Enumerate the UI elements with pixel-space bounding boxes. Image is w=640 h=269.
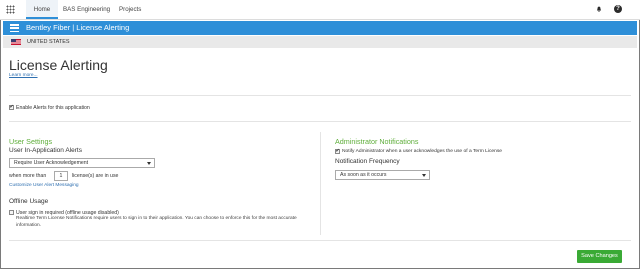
customize-messaging-link[interactable]: Customize User Alert Messaging bbox=[9, 183, 79, 188]
country-label: UNITED STATES bbox=[27, 39, 70, 45]
tab-projects[interactable]: Projects bbox=[119, 0, 141, 19]
frequency-title: Notification Frequency bbox=[335, 157, 400, 165]
tab-home[interactable]: Home bbox=[26, 0, 58, 19]
divider bbox=[9, 121, 631, 122]
enable-alerts-checkbox[interactable] bbox=[9, 104, 14, 110]
column-divider bbox=[320, 132, 321, 235]
app-title: Bentley Fiber | License Alerting bbox=[26, 23, 130, 32]
tab-bas-engineering[interactable]: BAS Engineering bbox=[63, 0, 110, 19]
chevron-down-icon bbox=[422, 174, 426, 177]
alert-type-value: Require User Acknowledgement bbox=[14, 160, 89, 166]
divider bbox=[9, 240, 631, 241]
top-nav: Home BAS Engineering Projects ? bbox=[0, 0, 640, 20]
offline-signin-checkbox[interactable] bbox=[9, 210, 14, 215]
offline-usage-title: Offline Usage bbox=[9, 198, 49, 205]
notify-admin-label: Notify Administrator when a user acknowl… bbox=[342, 148, 503, 154]
learn-more-link[interactable]: Learn more... bbox=[9, 73, 38, 78]
divider bbox=[9, 95, 631, 96]
hamburger-menu-icon[interactable] bbox=[10, 24, 19, 33]
us-flag-icon bbox=[11, 39, 21, 45]
admin-notifications-title: Administrator Notifications bbox=[335, 137, 419, 146]
when-more-than-label: when more than bbox=[9, 173, 47, 179]
notify-admin-checkbox[interactable] bbox=[335, 148, 340, 154]
apps-grid-icon[interactable] bbox=[6, 5, 15, 14]
license-count-input[interactable]: 1 bbox=[54, 170, 68, 181]
bell-icon[interactable] bbox=[596, 6, 602, 12]
offline-signin-label: User sign in required (offline usage dis… bbox=[16, 209, 119, 216]
page-title: License Alerting bbox=[9, 57, 108, 73]
frequency-select[interactable]: As soon as it occurs bbox=[335, 170, 430, 180]
offline-description: Realtime Term License Notifications requ… bbox=[16, 216, 297, 228]
enable-alerts-label: Enable Alerts for this application bbox=[16, 104, 90, 111]
chevron-down-icon bbox=[147, 162, 151, 165]
help-icon[interactable]: ? bbox=[614, 5, 622, 13]
alert-type-select[interactable]: Require User Acknowledgement bbox=[9, 158, 155, 168]
save-changes-button[interactable]: Save Changes bbox=[577, 250, 622, 263]
region-bar: UNITED STATES bbox=[3, 36, 637, 48]
licenses-in-use-label: license(s) are in use bbox=[72, 173, 119, 179]
frequency-value: As soon as it occurs bbox=[340, 172, 387, 178]
app-header: Bentley Fiber | License Alerting bbox=[3, 21, 637, 35]
in-app-alerts-title: User In-Application Alerts bbox=[9, 146, 82, 154]
user-settings-title: User Settings bbox=[9, 137, 53, 146]
